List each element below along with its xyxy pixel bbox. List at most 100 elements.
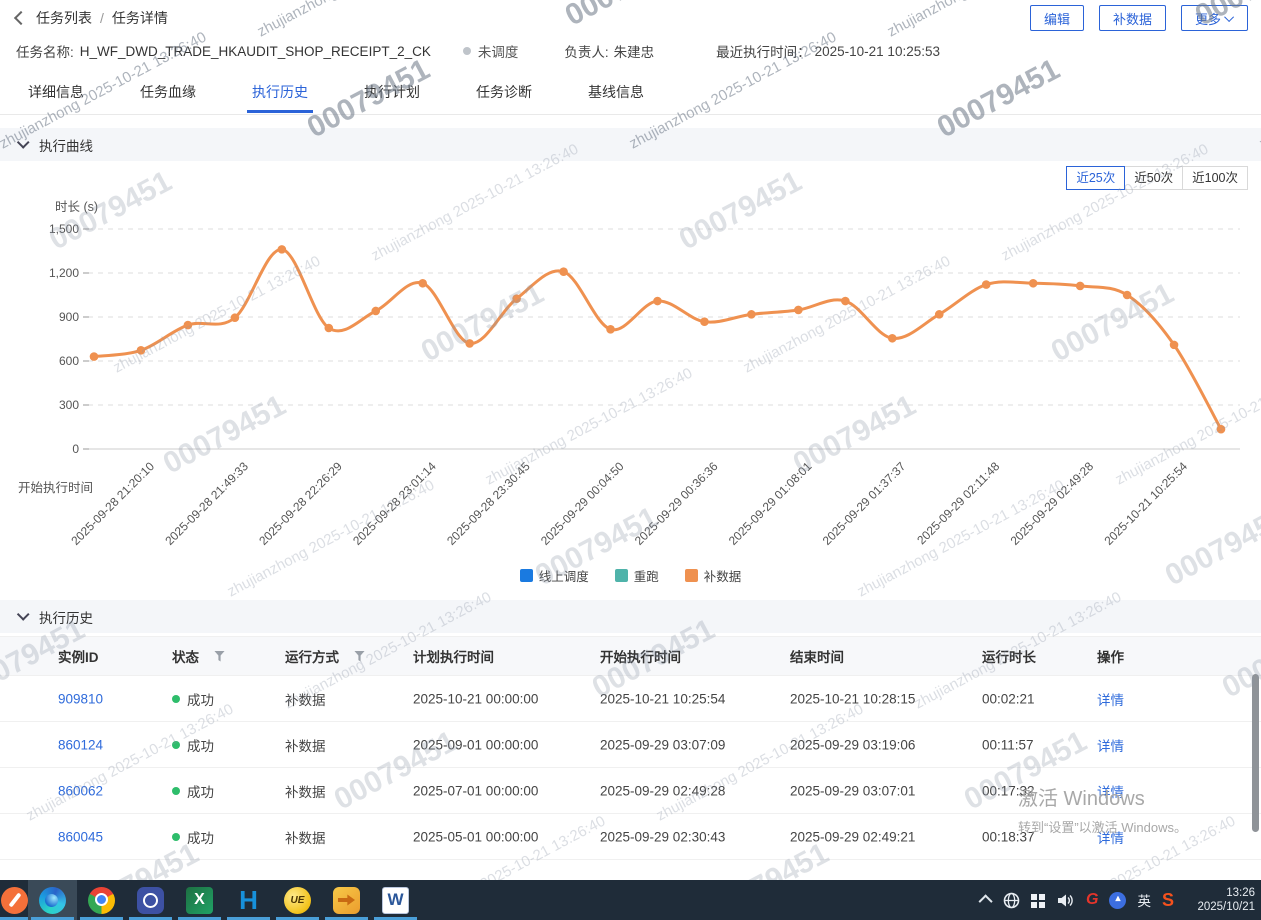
plan-time-cell: 2025-05-01 00:00:00	[413, 829, 538, 844]
data-point[interactable]	[700, 317, 709, 326]
tab-1[interactable]: 详细信息	[28, 75, 84, 113]
plan-time-cell: 2025-07-01 00:00:00	[413, 783, 538, 798]
range-button-3[interactable]: 近100次	[1182, 166, 1248, 190]
edit-button[interactable]: 编辑	[1030, 5, 1084, 31]
more-button[interactable]: 更多	[1181, 5, 1248, 31]
sogou-tray-icon[interactable]: S	[1162, 890, 1174, 911]
h-icon: H	[235, 887, 262, 914]
data-point[interactable]	[278, 245, 287, 254]
table-row[interactable]: 909810成功补数据2025-10-21 00:00:002025-10-21…	[0, 676, 1261, 722]
data-point[interactable]	[1076, 282, 1085, 291]
filter-funnel-icon[interactable]	[214, 651, 225, 662]
taskbar-app-excel[interactable]	[175, 880, 224, 920]
taskbar-app-edge[interactable]	[28, 880, 77, 920]
detail-link[interactable]: 详情	[1097, 735, 1124, 755]
data-point[interactable]	[371, 307, 380, 316]
taskbar-clock[interactable]: 13:26 2025/10/21	[1185, 886, 1255, 915]
instance-id-link[interactable]: 860062	[58, 783, 103, 798]
pencil-icon	[1, 887, 28, 914]
legend-label: 线上调度	[539, 566, 589, 585]
tab-6[interactable]: 基线信息	[588, 75, 644, 113]
data-point[interactable]	[888, 334, 897, 343]
taskbar-app-h[interactable]: H	[224, 880, 273, 920]
tab-4[interactable]: 执行计划	[364, 75, 420, 113]
ime-indicator[interactable]: 英	[1137, 890, 1151, 910]
status-dot	[172, 741, 180, 749]
range-button-1[interactable]: 近25次	[1066, 166, 1125, 190]
y-tick-label: 1,200	[49, 266, 79, 280]
data-point[interactable]	[841, 297, 850, 306]
data-point[interactable]	[418, 279, 427, 288]
column-label: 实例ID	[58, 646, 99, 666]
taskbar-app-ue[interactable]	[273, 880, 322, 920]
chevron-down-icon	[17, 136, 30, 149]
history-section-header[interactable]: 执行历史	[0, 600, 1261, 633]
range-button-2[interactable]: 近50次	[1124, 166, 1183, 190]
taskbar-app-chrome[interactable]	[77, 880, 126, 920]
data-point[interactable]	[1170, 341, 1179, 350]
data-point[interactable]	[1029, 279, 1038, 288]
data-point[interactable]	[184, 321, 193, 330]
volume-icon[interactable]	[1056, 892, 1075, 909]
x-tick-label: 2025-09-29 01:08:01	[726, 459, 815, 548]
data-point[interactable]	[324, 324, 333, 333]
backfill-button[interactable]: 补数据	[1099, 5, 1166, 31]
data-point[interactable]	[982, 280, 991, 289]
network-globe-icon[interactable]	[1003, 892, 1020, 909]
plan-time-cell: 2025-09-01 00:00:00	[413, 737, 538, 752]
tab-3[interactable]: 执行历史	[252, 75, 308, 113]
duration-cell: 00:11:57	[982, 737, 1034, 752]
column-header-5: 开始执行时间	[600, 646, 681, 666]
filter-funnel-icon[interactable]	[354, 651, 365, 662]
data-point[interactable]	[794, 306, 803, 315]
back-icon[interactable]	[14, 11, 28, 25]
data-point[interactable]	[1217, 425, 1226, 434]
column-header-3: 运行方式	[285, 646, 365, 666]
data-point[interactable]	[653, 297, 662, 306]
table-scrollbar[interactable]	[1252, 674, 1259, 832]
legend-item-1[interactable]: 线上调度	[520, 566, 589, 585]
data-point[interactable]	[512, 294, 521, 303]
owner-label: 负责人:	[564, 41, 608, 61]
status-dot	[172, 695, 180, 703]
watermark-user: zhujianzhong 2025-10-21 13:26:40	[255, 0, 468, 40]
edge-icon	[39, 887, 66, 914]
legend-item-2[interactable]: 重跑	[615, 566, 659, 585]
windows-activation-watermark: 激活 Windows 转到“设置”以激活 Windows。	[1018, 782, 1187, 836]
breadcrumb: 任务列表 / 任务详情	[16, 8, 168, 28]
detail-link[interactable]: 详情	[1097, 689, 1124, 709]
data-point[interactable]	[606, 325, 615, 334]
execution-duration-chart[interactable]: 03006009001,2001,5002025-09-28 21:20:102…	[0, 195, 1261, 555]
taskbar-app-mail[interactable]	[322, 880, 371, 920]
data-point[interactable]	[90, 352, 99, 361]
x-tick-label: 2025-10-21 10:25:54	[1101, 459, 1190, 548]
taskbar-app-word[interactable]	[371, 880, 420, 920]
instance-id-link[interactable]: 860124	[58, 737, 103, 752]
activation-line2: 转到“设置”以激活 Windows。	[1018, 817, 1187, 836]
data-point[interactable]	[559, 267, 568, 276]
task-detail-page: 任务列表 / 任务详情 编辑 补数据 更多 任务名称: H_WF_DWD_TRA…	[0, 0, 1261, 920]
data-point[interactable]	[137, 346, 146, 355]
taskbar-app-msg[interactable]	[126, 880, 175, 920]
duration-cell: 00:02:21	[982, 691, 1035, 706]
data-point[interactable]	[1123, 291, 1132, 300]
notification-app-tray-icon[interactable]	[1109, 892, 1126, 909]
column-label: 计划执行时间	[413, 646, 494, 666]
tab-2[interactable]: 任务血缘	[140, 75, 196, 113]
data-point[interactable]	[747, 310, 756, 319]
curve-section-header[interactable]: 执行曲线	[0, 128, 1261, 161]
instance-id-link[interactable]: 860045	[58, 829, 103, 844]
word-icon	[382, 887, 409, 914]
breadcrumb-task-list[interactable]: 任务列表	[36, 8, 92, 28]
g-app-tray-icon[interactable]: G	[1086, 891, 1098, 909]
data-point[interactable]	[231, 313, 240, 322]
tab-5[interactable]: 任务诊断	[476, 75, 532, 113]
data-point[interactable]	[465, 339, 474, 348]
table-row[interactable]: 860124成功补数据2025-09-01 00:00:002025-09-29…	[0, 722, 1261, 768]
instance-id-link[interactable]: 909810	[58, 691, 103, 706]
windows-tray-icon[interactable]	[1031, 894, 1037, 900]
legend-item-3[interactable]: 补数据	[685, 566, 742, 585]
chevron-up-icon[interactable]	[979, 894, 993, 908]
data-point[interactable]	[935, 310, 944, 319]
system-tray: G 英 S 13:26 2025/10/21	[982, 880, 1255, 920]
